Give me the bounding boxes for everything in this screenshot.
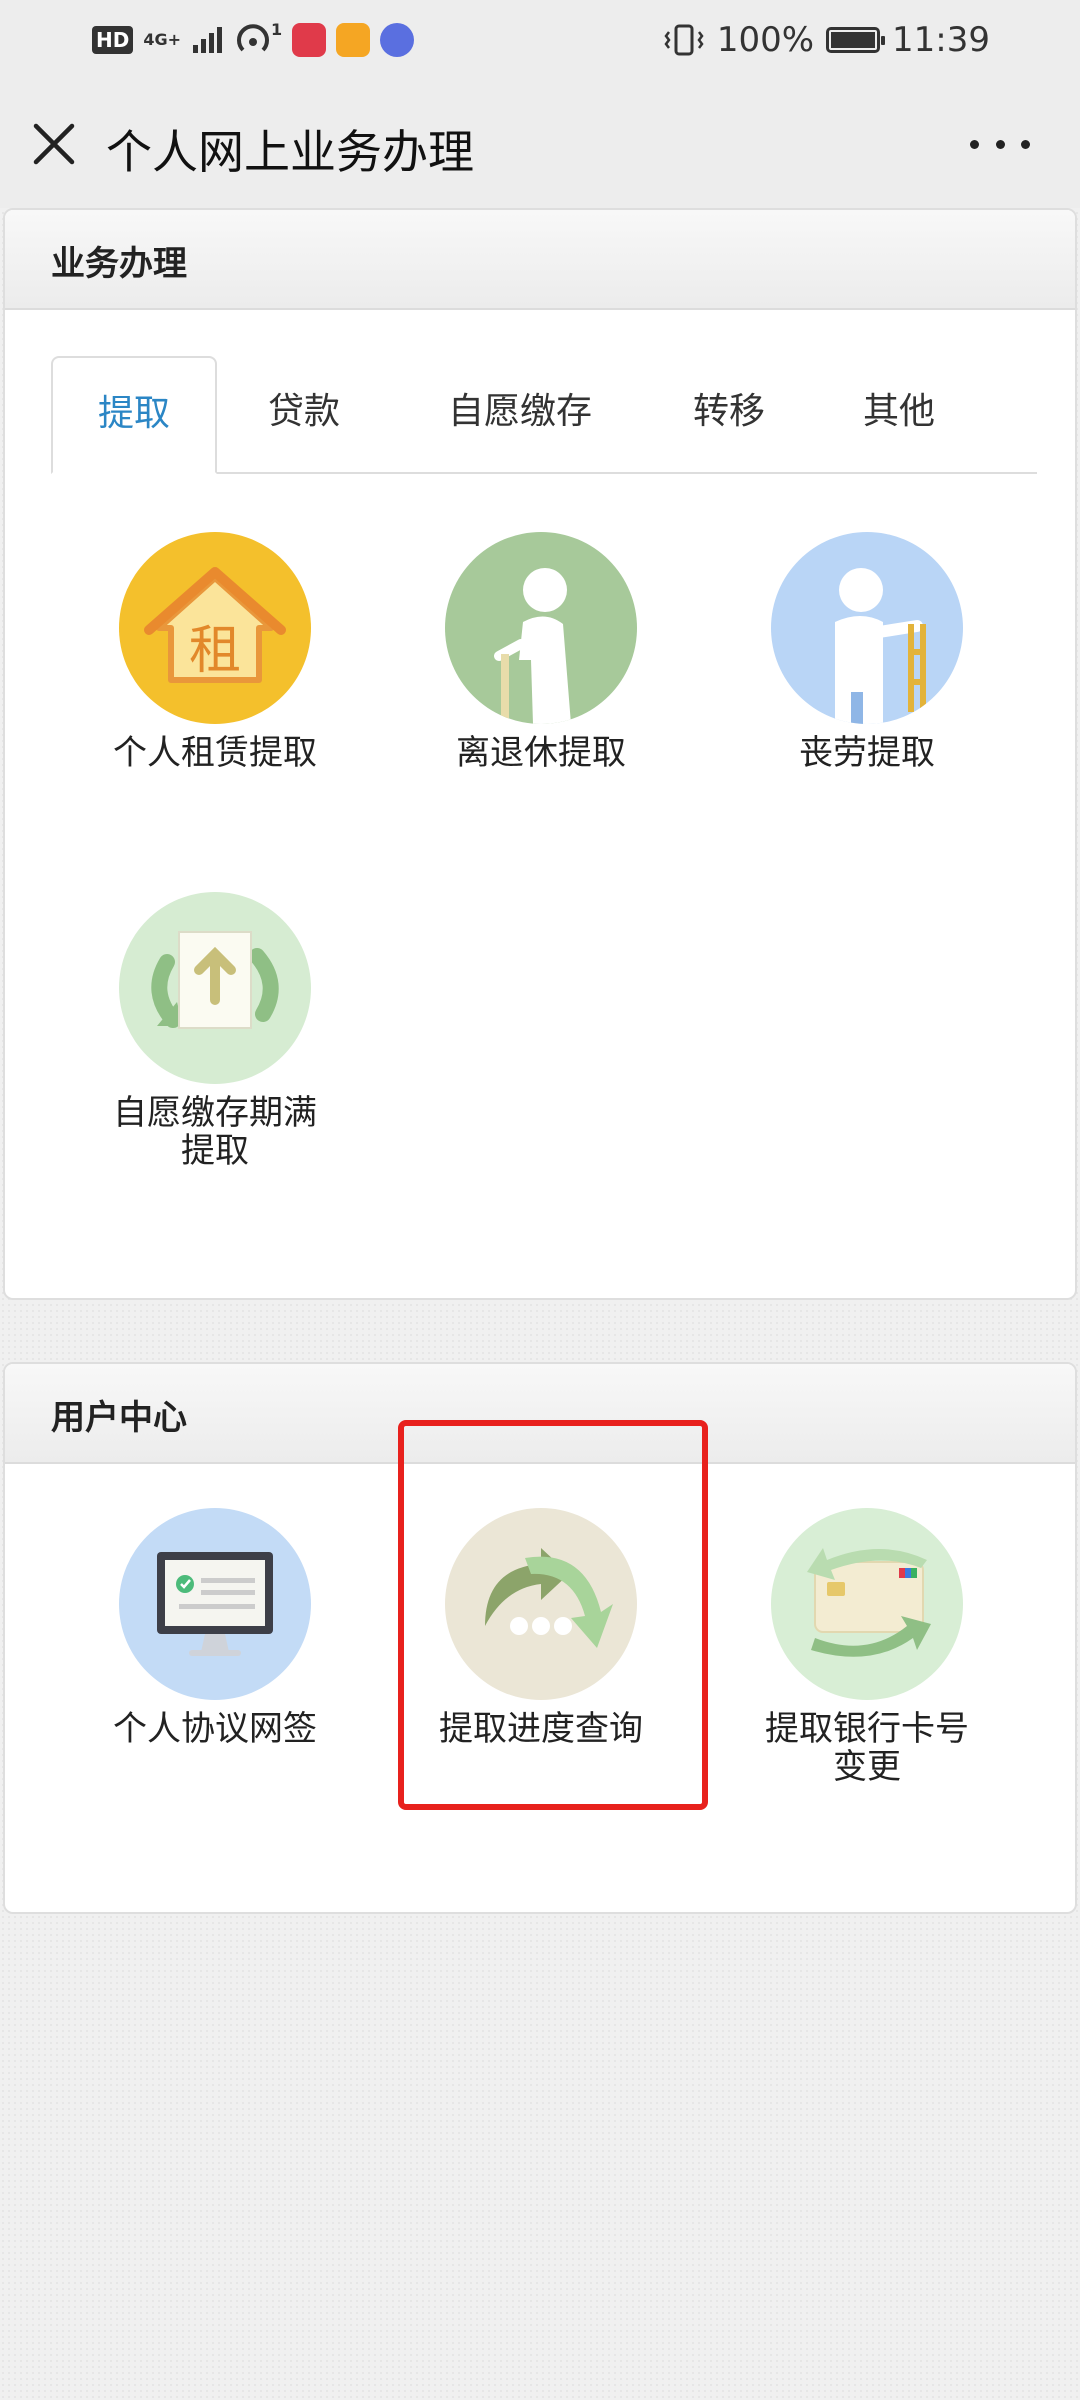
vibrate-icon xyxy=(664,24,704,56)
bank-card-change-label: 提取银行卡号 变更 xyxy=(737,1710,997,1786)
voluntary-deposit-icon xyxy=(119,892,311,1084)
close-button[interactable] xyxy=(28,118,80,170)
page-title: 个人网上业务办理 xyxy=(106,125,474,179)
close-icon xyxy=(33,123,75,165)
tab-voluntary-deposit[interactable]: 自愿缴存 xyxy=(391,356,649,474)
battery-percent: 100% xyxy=(716,20,815,60)
bank-card-icon xyxy=(771,1508,963,1700)
business-panel: 业务办理 提取 贷款 自愿缴存 转移 其他 租 个人租赁提取 离退休提取 丧劳提… xyxy=(3,208,1077,1300)
network-type: 4G+ xyxy=(143,30,182,49)
music-app-icon xyxy=(380,23,415,57)
rent-withdraw-item[interactable]: 租 个人租赁提取 xyxy=(85,532,345,772)
tab-withdraw[interactable]: 提取 xyxy=(51,356,217,474)
more-icon-dot xyxy=(995,139,1005,149)
orange-app-icon xyxy=(336,23,371,57)
voluntary-deposit-withdraw-item[interactable]: 自愿缴存期满 提取 xyxy=(85,892,345,1170)
signal-icon xyxy=(193,27,223,53)
bank-card-change-item[interactable]: 提取银行卡号 变更 xyxy=(737,1508,997,1786)
bank-card-change-label-line1: 提取银行卡号 xyxy=(765,1709,969,1749)
disability-icon xyxy=(771,532,963,724)
rent-house-icon: 租 xyxy=(119,532,311,724)
business-panel-title: 业务办理 xyxy=(51,244,187,284)
battery-fill xyxy=(831,32,876,48)
battery-icon xyxy=(826,27,886,53)
disability-withdraw-item[interactable]: 丧劳提取 xyxy=(737,532,997,772)
tab-loan[interactable]: 贷款 xyxy=(217,356,391,474)
agreement-monitor-icon xyxy=(119,1508,311,1700)
status-bar: HD 4G+ 1 100% 11:39 xyxy=(0,0,1080,80)
rent-withdraw-label: 个人租赁提取 xyxy=(113,733,317,773)
voluntary-deposit-label-line2: 提取 xyxy=(181,1131,249,1171)
rent-glyph: 租 xyxy=(189,621,241,681)
business-panel-header: 业务办理 xyxy=(5,210,1075,310)
voluntary-deposit-withdraw-label: 自愿缴存期满 提取 xyxy=(85,1094,345,1170)
tab-transfer[interactable]: 转移 xyxy=(649,356,809,474)
more-button[interactable] xyxy=(970,118,1030,170)
business-tabs: 提取 贷款 自愿缴存 转移 其他 xyxy=(51,356,1037,474)
retirement-withdraw-label: 离退休提取 xyxy=(456,733,626,773)
nav-bar: 个人网上业务办理 xyxy=(0,80,1080,208)
status-left: HD 4G+ 1 xyxy=(92,20,415,60)
retiree-icon xyxy=(445,532,637,724)
retirement-withdraw-item[interactable]: 离退休提取 xyxy=(411,532,671,772)
clock: 11:39 xyxy=(892,20,990,60)
agreement-sign-item[interactable]: 个人协议网签 xyxy=(85,1508,345,1748)
user-center-title: 用户中心 xyxy=(51,1398,187,1438)
hd-badge: HD xyxy=(92,26,134,54)
status-right: 100% 11:39 xyxy=(663,18,990,62)
more-icon-dot xyxy=(1021,139,1030,149)
more-icon-dot xyxy=(970,139,979,149)
reader-app-icon xyxy=(292,23,327,57)
hotspot-icon xyxy=(237,24,269,52)
tab-other[interactable]: 其他 xyxy=(809,356,989,474)
disability-withdraw-label: 丧劳提取 xyxy=(799,733,935,773)
highlight-box xyxy=(398,1420,708,1810)
bank-card-change-label-line2: 变更 xyxy=(833,1747,901,1787)
agreement-sign-label: 个人协议网签 xyxy=(113,1709,317,1749)
notification-count: 1 xyxy=(271,20,283,39)
voluntary-deposit-label-line1: 自愿缴存期满 xyxy=(113,1093,317,1133)
